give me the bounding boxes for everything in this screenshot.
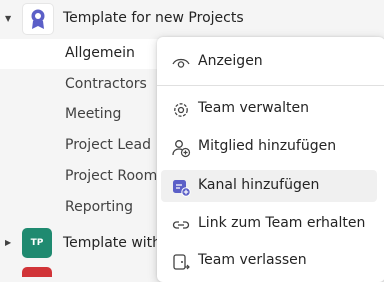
channel-label: Project Lead — [65, 137, 151, 153]
channel-label: Meeting — [65, 106, 122, 122]
channel-label: Reporting — [65, 199, 134, 215]
team-row-template-for-new-projects[interactable]: ▼ Template for new Projects — [0, 0, 384, 36]
award-ribbon-icon — [31, 9, 45, 29]
menu-item-anzeigen[interactable]: Anzeigen — [161, 46, 377, 78]
menu-item-label: Kanal hinzufügen — [198, 177, 320, 193]
team-initials: TP — [30, 238, 44, 248]
channel-label: Allgemein — [65, 45, 135, 61]
team-name: Template with — [63, 235, 162, 251]
team-context-menu: Anzeigen Team verwalten Mitglied hinzufü… — [157, 37, 384, 282]
menu-item-link-zum-team[interactable]: Link zum Team erhalten — [161, 208, 377, 240]
menu-item-mitglied-hinzufuegen[interactable]: Mitglied hinzufügen — [161, 131, 377, 163]
eye-icon — [172, 58, 190, 68]
menu-item-team-verwalten[interactable]: Team verwalten — [161, 93, 377, 125]
add-channel-icon — [173, 180, 191, 197]
link-icon — [172, 221, 190, 229]
leave-icon — [173, 254, 190, 270]
menu-item-team-verlassen[interactable]: Team verlassen — [161, 245, 377, 277]
menu-item-label: Team verwalten — [198, 100, 310, 116]
menu-item-kanal-hinzufuegen[interactable]: Kanal hinzufügen — [161, 170, 377, 202]
channel-label: Contractors — [65, 76, 147, 92]
chevron-down-icon[interactable]: ▼ — [5, 14, 11, 23]
menu-item-label: Link zum Team erhalten — [198, 215, 366, 231]
team-name: Template for new Projects — [63, 10, 244, 26]
menu-item-label: Anzeigen — [198, 53, 263, 69]
add-person-icon — [172, 140, 191, 158]
channel-label: Project Room — [65, 168, 158, 184]
team-avatar — [22, 3, 54, 35]
gear-icon — [174, 103, 188, 117]
menu-divider — [157, 85, 384, 86]
menu-item-label: Team verlassen — [198, 252, 307, 268]
team-avatar: TP — [22, 228, 52, 258]
chevron-right-icon[interactable]: ▶ — [5, 238, 11, 247]
team-avatar — [22, 267, 52, 277]
menu-item-label: Mitglied hinzufügen — [198, 138, 337, 154]
